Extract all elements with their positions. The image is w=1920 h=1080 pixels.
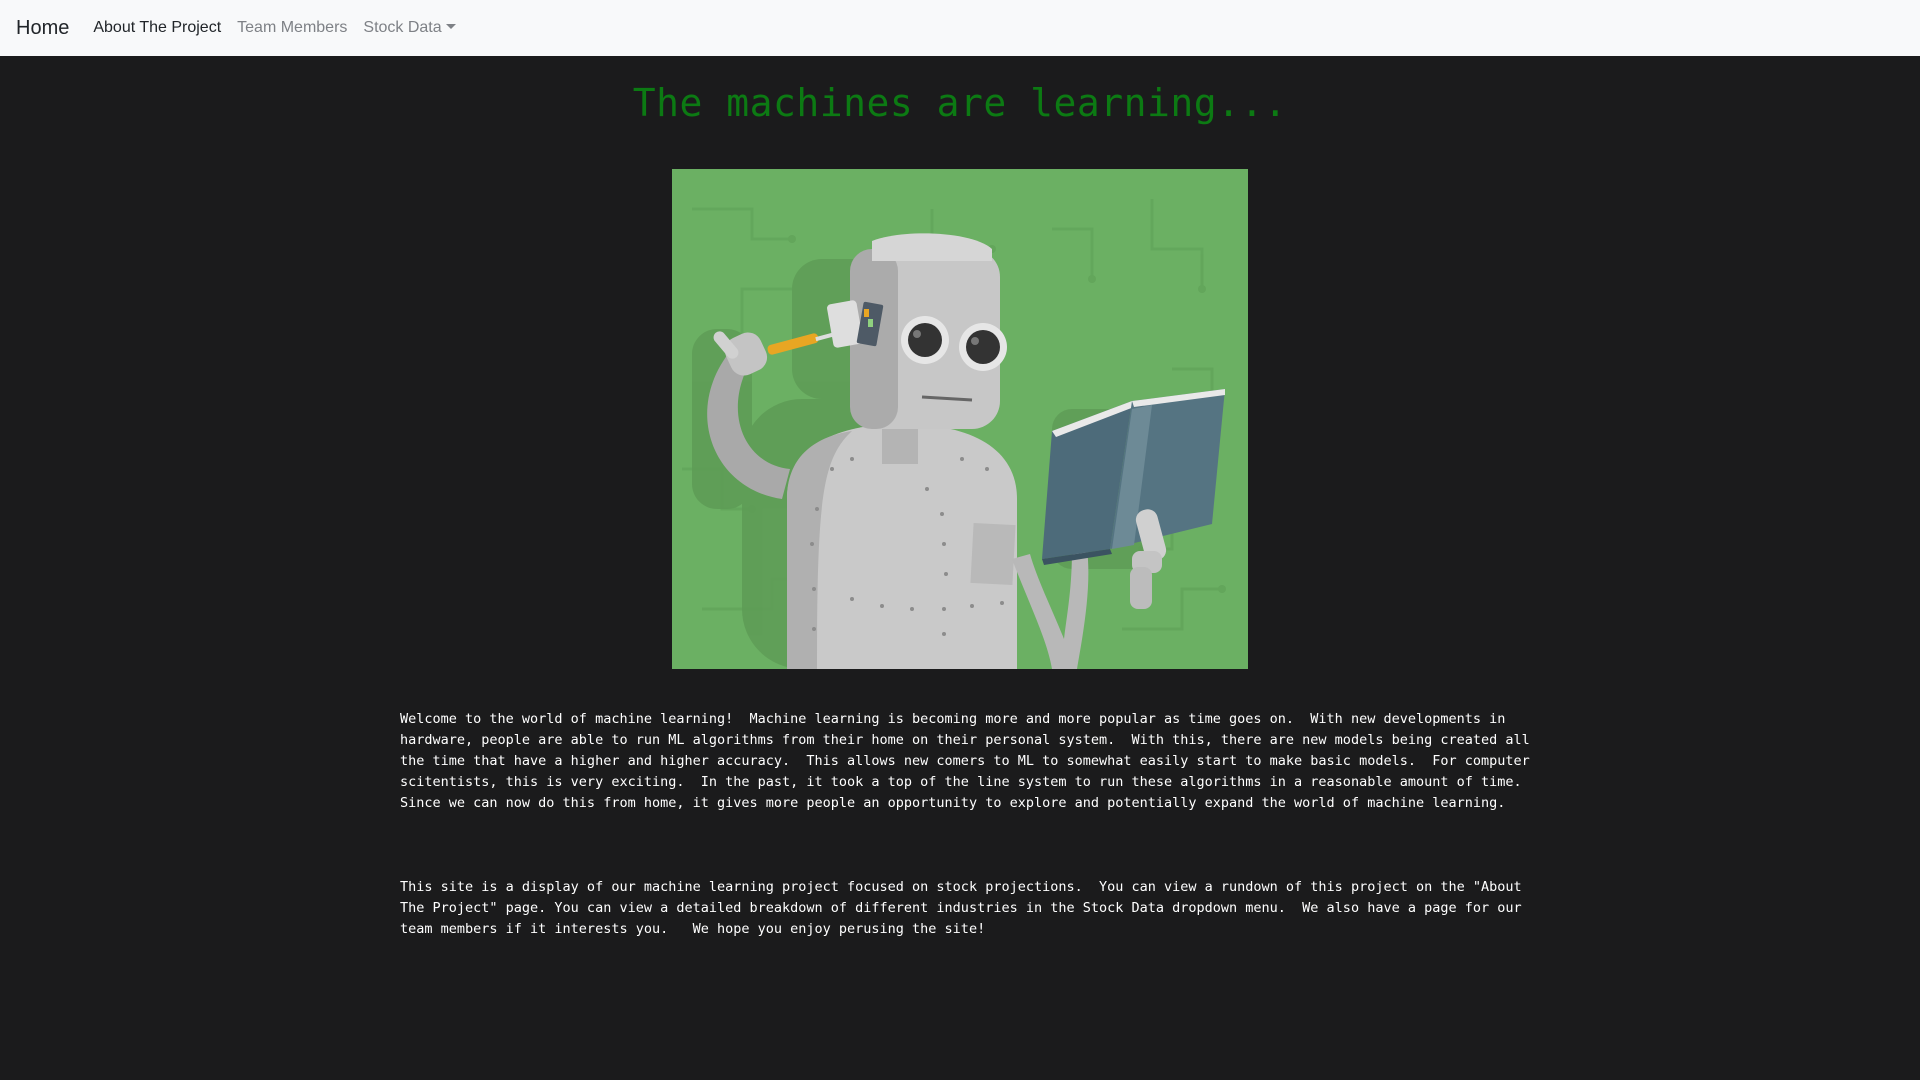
nav-about-the-project[interactable]: About The Project: [93, 19, 221, 37]
robot-reading-illustration: [672, 169, 1248, 669]
home-brand-link[interactable]: Home: [16, 17, 69, 40]
page-title: The machines are learning...: [632, 81, 1288, 125]
chevron-down-icon: [445, 24, 456, 29]
intro-paragraph: Welcome to the world of machine learning…: [400, 711, 1538, 811]
top-navbar: Home About The Project Team Members Stoc…: [0, 0, 1920, 56]
site-description-paragraph: This site is a display of our machine le…: [400, 879, 1530, 937]
stock-data-label: Stock Data: [363, 19, 442, 36]
nav-team-members[interactable]: Team Members: [237, 19, 347, 37]
main-content: The machines are learning... Welcome to …: [0, 56, 1920, 1080]
nav-stock-data-dropdown[interactable]: Stock Data: [363, 19, 456, 37]
